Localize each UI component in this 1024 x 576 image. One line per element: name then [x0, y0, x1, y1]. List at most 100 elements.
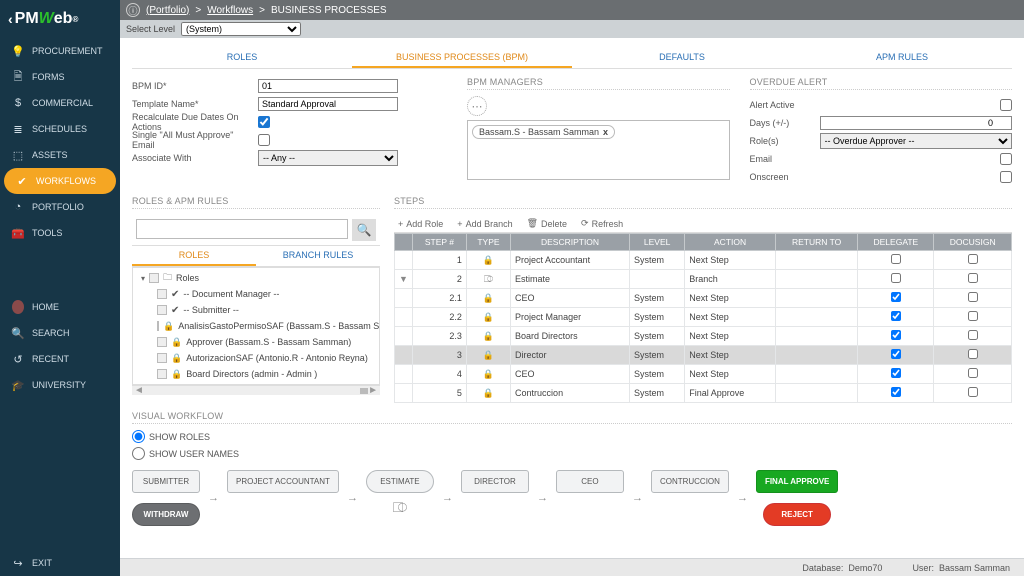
sidebar-item-forms[interactable]: 🗎FORMS: [0, 64, 120, 90]
sidebar-item-workflows[interactable]: ✔WORKFLOWS: [4, 168, 116, 194]
col-header[interactable]: DESCRIPTION: [511, 234, 630, 251]
bpm-id-input[interactable]: [258, 79, 398, 93]
roles-tree[interactable]: ▾🗀Roles✔-- Document Manager --✔-- Submit…: [132, 267, 380, 385]
tree-item[interactable]: ✔-- Document Manager --: [135, 286, 377, 302]
tree-item[interactable]: 🔒AnalisisGastoPermisoSAF (Bassam.S - Bas…: [135, 318, 377, 334]
tree-scrollbar[interactable]: ◄►: [132, 385, 380, 395]
sidebar-item-commercial[interactable]: $COMMERCIAL: [0, 90, 120, 116]
delegate-checkbox[interactable]: [891, 273, 901, 283]
table-row[interactable]: 4🔒CEOSystemNext Step: [395, 365, 1012, 384]
tab-roles[interactable]: ROLES: [132, 48, 352, 68]
docusign-checkbox[interactable]: [968, 387, 978, 397]
roles-tab-roles[interactable]: ROLES: [132, 246, 256, 266]
associate-dropdown[interactable]: -- Any --: [258, 150, 398, 166]
checkbox-icon[interactable]: [157, 289, 167, 299]
docusign-checkbox[interactable]: [968, 330, 978, 340]
select-level-dropdown[interactable]: (System): [181, 22, 301, 36]
sidebar-item-search[interactable]: 🔍SEARCH: [0, 320, 120, 346]
col-header[interactable]: DELEGATE: [858, 234, 934, 251]
table-row[interactable]: 2.3🔒Board DirectorsSystemNext Step: [395, 327, 1012, 346]
node-estimate[interactable]: ESTIMATE: [366, 470, 434, 493]
sidebar-item-portfolio[interactable]: ◔PORTFOLIO: [0, 194, 120, 220]
days-input[interactable]: [820, 116, 1013, 130]
overdue-roles-dropdown[interactable]: -- Overdue Approver --: [820, 133, 1013, 149]
delegate-checkbox[interactable]: [891, 311, 901, 321]
node-project-accountant[interactable]: PROJECT ACCOUNTANT: [227, 470, 339, 493]
delegate-checkbox[interactable]: [891, 254, 901, 264]
info-icon[interactable]: ⓘ: [126, 3, 140, 17]
tree-item[interactable]: 🔒AutorizacionSAF (Antonio.R - Antonio Re…: [135, 350, 377, 366]
sidebar-item-exit[interactable]: ↪ EXIT: [0, 550, 120, 576]
roles-search-input[interactable]: [136, 219, 348, 239]
node-reject[interactable]: REJECT: [763, 503, 831, 526]
template-name-input[interactable]: [258, 97, 398, 111]
breadcrumb-workflows[interactable]: Workflows: [207, 5, 253, 16]
node-contruccion[interactable]: CONTRUCCION: [651, 470, 729, 493]
node-director[interactable]: DIRECTOR: [461, 470, 529, 493]
checkbox-icon[interactable]: [149, 273, 159, 283]
checkbox-icon[interactable]: [157, 305, 167, 315]
node-withdraw[interactable]: WITHDRAW: [132, 503, 200, 526]
node-final-approve[interactable]: FINAL APPROVE: [756, 470, 838, 493]
add-manager-button[interactable]: ⋯: [467, 96, 487, 116]
col-header[interactable]: STEP #: [412, 234, 466, 251]
tab-business-processes-bpm-[interactable]: BUSINESS PROCESSES (BPM): [352, 48, 572, 68]
delegate-checkbox[interactable]: [891, 368, 901, 378]
delete-button[interactable]: 🗑Delete: [527, 218, 567, 229]
roles-tab-branch-rules[interactable]: BRANCH RULES: [256, 246, 380, 266]
checkbox-icon[interactable]: [157, 369, 167, 379]
docusign-checkbox[interactable]: [968, 273, 978, 283]
tab-apm-rules[interactable]: APM RULES: [792, 48, 1012, 68]
docusign-checkbox[interactable]: [968, 254, 978, 264]
node-ceo[interactable]: CEO: [556, 470, 624, 493]
refresh-button[interactable]: ⟳Refresh: [581, 218, 623, 229]
sidebar-item-schedules[interactable]: ≣SCHEDULES: [0, 116, 120, 142]
delegate-checkbox[interactable]: [891, 387, 901, 397]
col-header[interactable]: LEVEL: [630, 234, 685, 251]
recalc-checkbox[interactable]: [258, 116, 270, 128]
add-role-button[interactable]: +Add Role: [398, 219, 443, 229]
col-header[interactable]: ACTION: [685, 234, 776, 251]
single-approve-checkbox[interactable]: [258, 134, 270, 146]
sidebar-item-procurement[interactable]: 💡PROCUREMENT: [0, 38, 120, 64]
checkbox-icon[interactable]: [157, 321, 159, 331]
tree-item[interactable]: ✔-- Submitter --: [135, 302, 377, 318]
checkbox-icon[interactable]: [157, 353, 167, 363]
docusign-checkbox[interactable]: [968, 349, 978, 359]
delegate-checkbox[interactable]: [891, 292, 901, 302]
sidebar-item-university[interactable]: 🎓UNIVERSITY: [0, 372, 120, 398]
col-header[interactable]: RETURN TO: [775, 234, 857, 251]
alert-active-checkbox[interactable]: [1000, 99, 1012, 111]
docusign-checkbox[interactable]: [968, 292, 978, 302]
table-row[interactable]: ▼2⎄EstimateBranch: [395, 270, 1012, 289]
checkbox-icon[interactable]: [157, 337, 167, 347]
sidebar-item-recent[interactable]: ↺RECENT: [0, 346, 120, 372]
docusign-checkbox[interactable]: [968, 368, 978, 378]
delegate-checkbox[interactable]: [891, 349, 901, 359]
tab-defaults[interactable]: DEFAULTS: [572, 48, 792, 68]
delegate-checkbox[interactable]: [891, 330, 901, 340]
sidebar-item-assets[interactable]: ⬚ASSETS: [0, 142, 120, 168]
sidebar-item-label: TOOLS: [32, 228, 62, 238]
col-header[interactable]: TYPE: [466, 234, 510, 251]
node-submitter[interactable]: SUBMITTER: [132, 470, 200, 493]
show-users-radio[interactable]: SHOW USER NAMES: [132, 447, 1012, 460]
add-branch-button[interactable]: +Add Branch: [457, 219, 512, 229]
show-roles-radio[interactable]: SHOW ROLES: [132, 430, 1012, 443]
overdue-onscreen-checkbox[interactable]: [1000, 171, 1012, 183]
breadcrumb-portfolio[interactable]: (Portfolio): [146, 5, 189, 16]
table-row[interactable]: 3🔒DirectorSystemNext Step: [395, 346, 1012, 365]
roles-search-button[interactable]: 🔍: [352, 219, 376, 241]
sidebar-item-home[interactable]: HOME: [0, 294, 120, 320]
table-row[interactable]: 5🔒ContruccionSystemFinal Approve: [395, 384, 1012, 403]
remove-manager-icon[interactable]: x: [603, 127, 608, 137]
docusign-checkbox[interactable]: [968, 311, 978, 321]
sidebar-item-tools[interactable]: 🧰TOOLS: [0, 220, 120, 246]
tree-item[interactable]: 🔒Approver (Bassam.S - Bassam Samman): [135, 334, 377, 350]
tree-item[interactable]: 🔒Board Directors (admin - Admin ): [135, 366, 377, 382]
table-row[interactable]: 2.2🔒Project ManagerSystemNext Step: [395, 308, 1012, 327]
overdue-email-checkbox[interactable]: [1000, 153, 1012, 165]
table-row[interactable]: 1🔒Project AccountantSystemNext Step: [395, 251, 1012, 270]
table-row[interactable]: 2.1🔒CEOSystemNext Step: [395, 289, 1012, 308]
col-header[interactable]: DOCUSIGN: [934, 234, 1012, 251]
